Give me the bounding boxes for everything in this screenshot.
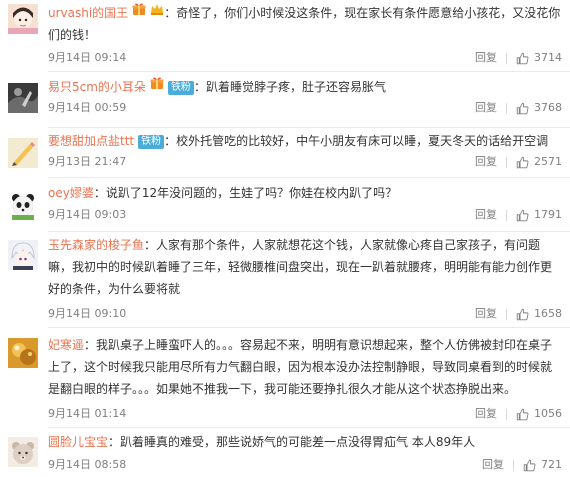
anime-character-avatar[interactable] [8, 240, 38, 270]
comment-actions: 回复 1791 [475, 207, 562, 223]
reply-button[interactable]: 回复 [475, 154, 497, 170]
crown-icon[interactable] [150, 2, 164, 16]
comment-body: 要想甜加点盐ttt 铁粉 ：校外托管吃的比较好，中午小朋友有床可以睡，夏天冬天的话给… [48, 130, 562, 152]
comment-text: ：趴着睡觉脖子疼，肚子还容易胀气 [193, 80, 386, 94]
amber-photo-avatar[interactable] [8, 338, 38, 368]
thumbs-up-icon [516, 209, 529, 221]
like-button[interactable]: 1056 [516, 406, 562, 422]
reply-button[interactable]: 回复 [482, 457, 504, 473]
comment-item: 易只5cm的小耳朵 铁粉 ：趴着睡觉脖子疼，肚子还容易胀气 9月14日 00:59 … [0, 72, 570, 128]
username-link[interactable]: 易只5cm的小耳朵 [48, 80, 146, 94]
comment-item: 圆脸儿宝宝：趴着睡真的难受，那些说娇气的可能差一点没得胃疝气 本人89年人 9月… [0, 428, 570, 477]
thumbs-up-icon [516, 156, 529, 168]
comment-text: ：校外托管吃的比较好，中午小朋友有床可以睡，夏天冬天的话给开空调 [164, 134, 549, 148]
dark-photo-avatar[interactable] [8, 83, 38, 113]
like-button[interactable]: 721 [523, 457, 562, 473]
pencil-sketch-avatar[interactable] [8, 138, 38, 168]
comment-body: 易只5cm的小耳朵 铁粉 ：趴着睡觉脖子疼，肚子还容易胀气 [48, 76, 562, 98]
like-button[interactable]: 3714 [516, 50, 562, 66]
comment-text: ：说趴了12年没问题的，生娃了吗？你娃在校内趴了吗？ [93, 186, 398, 200]
divider [506, 408, 507, 420]
username-link[interactable]: 圆脸儿宝宝 [48, 435, 108, 449]
username-link[interactable]: 要想甜加点盐ttt [48, 134, 134, 148]
comment-actions: 回复 2571 [475, 154, 562, 170]
thumbs-up-icon [516, 408, 529, 420]
thumbs-up-icon [516, 102, 529, 114]
comment-body: 圆脸儿宝宝：趴着睡真的难受，那些说娇气的可能差一点没得胃疝气 本人89年人 [48, 431, 562, 453]
comment-item: oey嫪婆：说趴了12年没问题的，生娃了吗？你娃在校内趴了吗？ 9月14日 09… [0, 178, 570, 232]
gift-icon[interactable] [132, 2, 146, 16]
username-link[interactable]: urvashi的国王 [48, 6, 128, 20]
cartoon-girl-avatar[interactable] [8, 4, 38, 34]
username-link[interactable]: 妃寒遥 [48, 338, 84, 352]
username-link[interactable]: oey嫪婆 [48, 186, 94, 200]
divider [506, 308, 507, 320]
timestamp: 9月14日 00:59 [48, 101, 127, 114]
like-button[interactable]: 2571 [516, 154, 562, 170]
like-count: 1056 [534, 407, 562, 420]
like-count: 2571 [534, 155, 562, 168]
reply-button[interactable]: 回复 [475, 50, 497, 66]
comment-actions: 回复 3714 [475, 50, 562, 66]
timestamp: 9月14日 09:10 [48, 307, 127, 320]
comment-actions: 回复 3768 [475, 100, 562, 116]
comment-list: urvashi的国王 ：奇怪了，你们小时候没这条件，现在家长有条件愿意给小孩花，又… [0, 0, 570, 477]
reply-button[interactable]: 回复 [475, 207, 497, 223]
gift-icon[interactable] [150, 76, 164, 90]
panda-avatar[interactable] [8, 190, 38, 220]
comment-text: ：趴着睡真的难受，那些说娇气的可能差一点没得胃疝气 本人89年人 [108, 435, 476, 449]
like-count: 3768 [534, 101, 562, 114]
comment-body: 玉先森家的梭子鱼：人家有那个条件，人家就想花这个钱，人家就像心疼自己家孩子，有问… [48, 234, 562, 300]
comment-actions: 回复 1658 [475, 306, 562, 322]
divider [513, 459, 514, 471]
reply-button[interactable]: 回复 [475, 100, 497, 116]
timestamp: 9月14日 08:58 [48, 458, 127, 471]
reply-button[interactable]: 回复 [475, 406, 497, 422]
like-count: 3714 [534, 51, 562, 64]
fan-badge[interactable]: 铁粉 [167, 81, 194, 95]
divider [506, 52, 507, 64]
like-count: 1791 [534, 208, 562, 221]
fan-badge[interactable]: 铁粉 [138, 135, 165, 149]
comment-actions: 回复 721 [482, 457, 562, 473]
like-button[interactable]: 1658 [516, 306, 562, 322]
comment-actions: 回复 1056 [475, 406, 562, 422]
comment-body: 妃寒遥：我趴桌子上睡蛮吓人的。。。容易起不来，明明有意识想起来，整个人仿佛被封印… [48, 334, 562, 400]
divider [506, 156, 507, 168]
like-button[interactable]: 1791 [516, 207, 562, 223]
thumbs-up-icon [516, 52, 529, 64]
bear-avatar[interactable] [8, 437, 38, 467]
comment-body: oey嫪婆：说趴了12年没问题的，生娃了吗？你娃在校内趴了吗？ [48, 182, 562, 204]
timestamp: 9月13日 21:47 [48, 155, 127, 168]
comment-item: 玉先森家的梭子鱼：人家有那个条件，人家就想花这个钱，人家就像心疼自己家孩子，有问… [0, 232, 570, 328]
like-button[interactable]: 3768 [516, 100, 562, 116]
thumbs-up-icon [523, 459, 536, 471]
thumbs-up-icon [516, 308, 529, 320]
divider [506, 102, 507, 114]
timestamp: 9月14日 09:03 [48, 208, 127, 221]
comment-item: 要想甜加点盐ttt 铁粉 ：校外托管吃的比较好，中午小朋友有床可以睡，夏天冬天的话给… [0, 128, 570, 178]
like-count: 1658 [534, 307, 562, 320]
divider [506, 209, 507, 221]
timestamp: 9月14日 09:14 [48, 51, 127, 64]
comment-item: 妃寒遥：我趴桌子上睡蛮吓人的。。。容易起不来，明明有意识想起来，整个人仿佛被封印… [0, 328, 570, 428]
username-link[interactable]: 玉先森家的梭子鱼 [48, 238, 144, 252]
timestamp: 9月14日 01:14 [48, 407, 127, 420]
comment-item: urvashi的国王 ：奇怪了，你们小时候没这条件，现在家长有条件愿意给小孩花，又… [0, 0, 570, 72]
comment-text: ：我趴桌子上睡蛮吓人的。。。容易起不来，明明有意识想起来，整个人仿佛被封印在桌子… [48, 338, 553, 396]
comment-body: urvashi的国王 ：奇怪了，你们小时候没这条件，现在家长有条件愿意给小孩花，又… [48, 2, 562, 46]
like-count: 721 [541, 458, 562, 471]
reply-button[interactable]: 回复 [475, 306, 497, 322]
